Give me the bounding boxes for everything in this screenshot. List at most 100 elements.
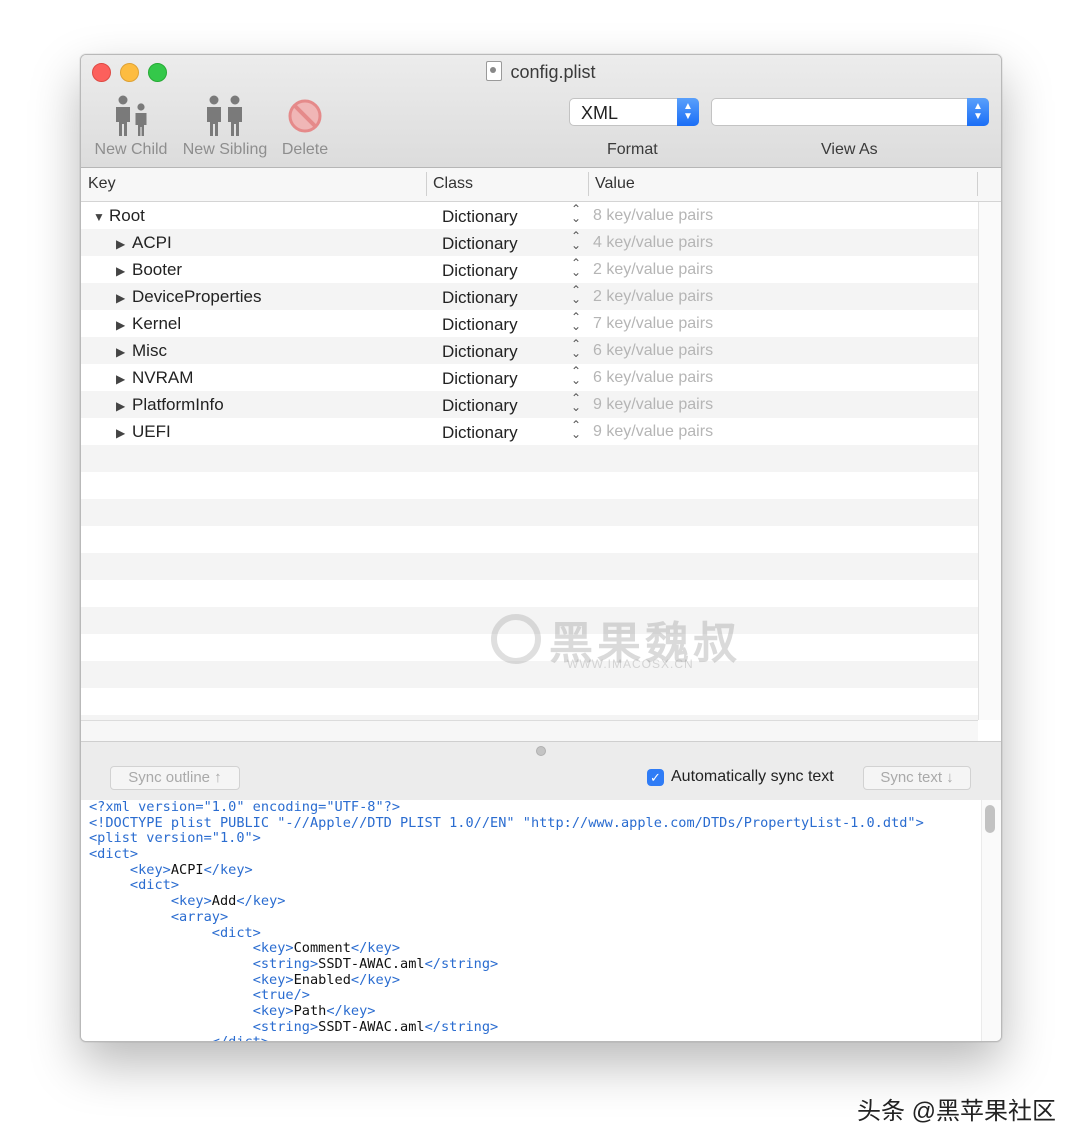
- disclosure-collapsed-icon[interactable]: ▶: [116, 237, 127, 251]
- xml-line: </dict>: [81, 1034, 981, 1041]
- sync-outline-button[interactable]: Sync outline ↑: [110, 766, 240, 790]
- new-child-icon: [93, 91, 169, 141]
- format-select-value: XML: [581, 103, 619, 123]
- row-value[interactable]: 8 key/value pairs: [593, 207, 713, 225]
- row-value[interactable]: 6 key/value pairs: [593, 342, 713, 360]
- row-key: ▶ Misc: [116, 341, 167, 361]
- class-popup-icon[interactable]: ⌃ ⌄: [570, 257, 582, 278]
- outline-row[interactable]: ▶ ACPI Dictionary ⌃ ⌄ 4 key/value pairs: [81, 229, 978, 256]
- row-value[interactable]: 9 key/value pairs: [593, 396, 713, 414]
- row-key-label: ACPI: [132, 233, 172, 252]
- split-view-handle[interactable]: [536, 746, 546, 756]
- column-header-key[interactable]: Key: [88, 175, 116, 193]
- row-value[interactable]: 2 key/value pairs: [593, 288, 713, 306]
- row-key-label: UEFI: [132, 422, 171, 441]
- outline-scrollbar[interactable]: [978, 202, 1001, 720]
- class-popup-icon[interactable]: ⌃ ⌄: [570, 392, 582, 413]
- delete-button[interactable]: Delete: [277, 91, 333, 159]
- plist-editor-window: config.plist New Child New Sibling Delet…: [80, 54, 1002, 1042]
- xml-line: <string>SSDT-AWAC.aml</string>: [252, 955, 499, 972]
- new-sibling-button[interactable]: New Sibling: [179, 91, 271, 159]
- row-class[interactable]: Dictionary: [442, 423, 518, 443]
- row-class[interactable]: Dictionary: [442, 207, 518, 227]
- xml-line: <?xml version="1.0" encoding="UTF-8"?>: [89, 800, 400, 815]
- source-credit: 头条 @黑苹果社区: [856, 1098, 1056, 1125]
- disclosure-collapsed-icon[interactable]: ▶: [116, 291, 127, 305]
- format-select[interactable]: XML ▲ ▼: [569, 98, 699, 126]
- outline-row[interactable]: ▶ DeviceProperties Dictionary ⌃ ⌄ 2 key/value…: [81, 283, 978, 310]
- row-key: ▼ Root: [93, 206, 145, 226]
- row-class[interactable]: Dictionary: [442, 261, 518, 281]
- xml-text-editor[interactable]: <?xml version="1.0" encoding="UTF-8"?> <!…: [81, 800, 981, 1041]
- row-value[interactable]: 6 key/value pairs: [593, 369, 713, 387]
- outline-horizontal-scrollbar[interactable]: [81, 720, 978, 741]
- empty-row: [81, 472, 978, 499]
- outline-row[interactable]: ▼ Root Dictionary ⌃ ⌄ 8 key/value pairs: [81, 202, 978, 229]
- new-sibling-label: New Sibling: [182, 141, 268, 158]
- row-class[interactable]: Dictionary: [442, 288, 518, 308]
- outline-row[interactable]: ▶ Kernel Dictionary ⌃ ⌄ 7 key/value pairs: [81, 310, 978, 337]
- class-popup-icon[interactable]: ⌃ ⌄: [570, 284, 582, 305]
- xml-line: <!DOCTYPE plist PUBLIC "-//Apple//DTD PL…: [89, 814, 924, 831]
- row-key-label: DeviceProperties: [132, 287, 262, 306]
- column-separator[interactable]: [588, 172, 589, 196]
- disclosure-expanded-icon[interactable]: ▼: [93, 210, 105, 224]
- select-arrows-icon: ▲ ▼: [967, 98, 989, 126]
- row-value[interactable]: 4 key/value pairs: [593, 234, 713, 252]
- row-class[interactable]: Dictionary: [442, 396, 518, 416]
- xml-scrollbar-thumb[interactable]: [985, 805, 995, 833]
- empty-row: [81, 580, 978, 607]
- column-separator[interactable]: [426, 172, 427, 196]
- empty-row: [81, 526, 978, 553]
- outline-row[interactable]: ▶ Misc Dictionary ⌃ ⌄ 6 key/value pairs: [81, 337, 978, 364]
- row-key: ▶ DeviceProperties: [116, 287, 261, 307]
- sync-text-button[interactable]: Sync text ↓: [863, 766, 971, 790]
- class-popup-icon[interactable]: ⌃ ⌄: [570, 311, 582, 332]
- disclosure-collapsed-icon[interactable]: ▶: [116, 372, 127, 386]
- row-value[interactable]: 2 key/value pairs: [593, 261, 713, 279]
- class-popup-icon[interactable]: ⌃ ⌄: [570, 338, 582, 359]
- class-popup-icon[interactable]: ⌃ ⌄: [570, 203, 582, 224]
- column-header-value[interactable]: Value: [595, 175, 635, 193]
- row-class[interactable]: Dictionary: [442, 315, 518, 335]
- watermark: 黑果魏叔 WWW.IMACOSX.CN: [491, 607, 741, 671]
- row-class[interactable]: Dictionary: [442, 369, 518, 389]
- xml-scrollbar[interactable]: [981, 800, 1001, 1041]
- row-key-label: Booter: [132, 260, 183, 279]
- column-header-class[interactable]: Class: [433, 175, 473, 193]
- disclosure-collapsed-icon[interactable]: ▶: [116, 264, 127, 278]
- xml-line: <true/>: [252, 987, 310, 1004]
- outline-row[interactable]: ▶ Booter Dictionary ⌃ ⌄ 2 key/value pairs: [81, 256, 978, 283]
- disclosure-collapsed-icon[interactable]: ▶: [116, 399, 127, 413]
- outline-row[interactable]: ▶ UEFI Dictionary ⌃ ⌄ 9 key/value pairs: [81, 418, 978, 445]
- delete-label: Delete: [281, 141, 329, 158]
- row-class[interactable]: Dictionary: [442, 234, 518, 254]
- title-bar: config.plist New Child New Sibling Delet…: [81, 55, 1001, 168]
- outline-header: Key Class Value: [81, 168, 1001, 202]
- row-key: ▶ NVRAM: [116, 368, 193, 388]
- row-key-label: Misc: [132, 341, 167, 360]
- empty-row: [81, 688, 978, 715]
- xml-line: <key>Comment</key>: [252, 940, 401, 957]
- new-sibling-icon: [179, 91, 271, 141]
- empty-row: [81, 553, 978, 580]
- empty-row: [81, 499, 978, 526]
- xml-line: <dict>: [89, 846, 139, 863]
- row-value[interactable]: 9 key/value pairs: [593, 423, 713, 441]
- window-title: config.plist: [510, 62, 596, 82]
- disclosure-collapsed-icon[interactable]: ▶: [116, 426, 127, 440]
- row-key-label: Root: [109, 206, 145, 225]
- row-class[interactable]: Dictionary: [442, 342, 518, 362]
- disclosure-collapsed-icon[interactable]: ▶: [116, 318, 127, 332]
- view-as-select[interactable]: ▲ ▼: [711, 98, 989, 126]
- new-child-button[interactable]: New Child: [93, 91, 169, 159]
- outline-row[interactable]: ▶ NVRAM Dictionary ⌃ ⌄ 6 key/value pairs: [81, 364, 978, 391]
- auto-sync-checkbox[interactable]: ✓: [647, 769, 664, 786]
- row-key-label: PlatformInfo: [132, 395, 224, 414]
- row-value[interactable]: 7 key/value pairs: [593, 315, 713, 333]
- outline-row[interactable]: ▶ PlatformInfo Dictionary ⌃ ⌄ 9 key/value pai…: [81, 391, 978, 418]
- disclosure-collapsed-icon[interactable]: ▶: [116, 345, 127, 359]
- class-popup-icon[interactable]: ⌃ ⌄: [570, 419, 582, 440]
- class-popup-icon[interactable]: ⌃ ⌄: [570, 365, 582, 386]
- class-popup-icon[interactable]: ⌃ ⌄: [570, 230, 582, 251]
